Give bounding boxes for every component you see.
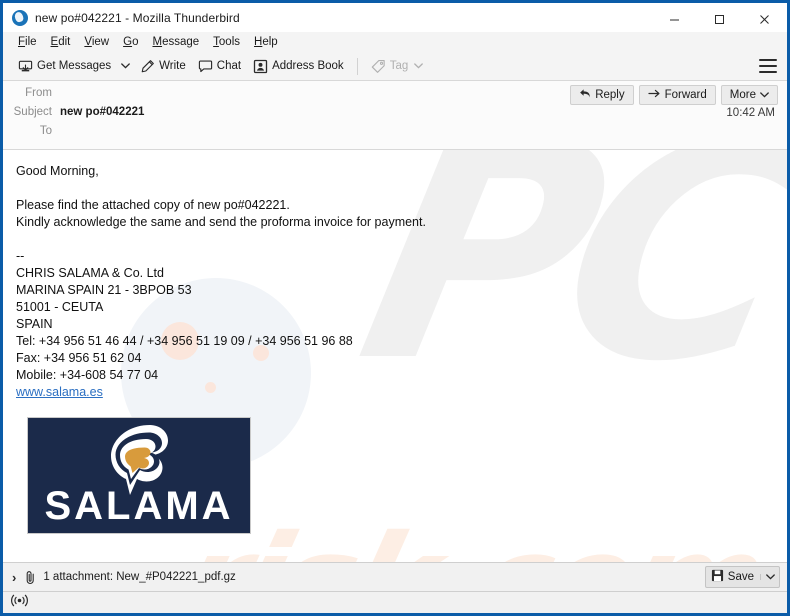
message-header: From Subject new po#042221 To Reply Forw… — [3, 81, 787, 150]
get-messages-button[interactable]: Get Messages — [12, 56, 117, 77]
body-line-2: Kindly acknowledge the same and send the… — [16, 215, 426, 229]
toolbar-separator — [356, 57, 358, 75]
write-button[interactable]: Write — [134, 56, 192, 77]
minimize-icon[interactable] — [652, 3, 697, 35]
reply-label: Reply — [595, 89, 625, 101]
broadcast-icon — [11, 594, 28, 612]
signature-line: MARINA SPAIN 21 - 3BPOB 53 — [16, 283, 192, 297]
message-actions: Reply Forward More — [570, 85, 778, 105]
website-link[interactable]: www.salama.es — [16, 385, 103, 399]
signature-line: Tel: +34 956 51 46 44 / +34 956 51 19 09… — [16, 334, 353, 348]
menu-item-message[interactable]: Message — [145, 32, 206, 52]
paperclip-icon — [24, 570, 37, 585]
tag-chevron-down-icon — [414, 63, 424, 69]
forward-arrow-icon — [648, 88, 661, 102]
chat-button[interactable]: Chat — [192, 56, 247, 77]
attachment-summary-label: 1 attachment: New_#P042221_pdf.gz — [43, 571, 236, 583]
thunderbird-icon — [12, 9, 28, 26]
subject-label: Subject — [13, 106, 52, 118]
menu-bar: File Edit View Go Message Tools Help — [3, 32, 787, 52]
to-label: To — [39, 125, 52, 137]
tag-button[interactable]: Tag — [365, 56, 430, 77]
body-greeting: Good Morning, — [16, 164, 99, 178]
message-body-pane: PC risk.com Good Morning, Please find th… — [3, 150, 787, 562]
download-mail-icon — [18, 59, 33, 74]
save-label: Save — [727, 571, 754, 583]
get-messages-dropdown[interactable] — [117, 60, 134, 72]
menu-item-view[interactable]: View — [77, 32, 116, 52]
email-body-text: Good Morning, Please find the attached c… — [3, 150, 787, 534]
save-attachment-button[interactable]: Save — [704, 566, 780, 588]
window-controls — [652, 3, 787, 35]
more-chevron-down-icon — [760, 89, 769, 101]
chat-label: Chat — [216, 60, 242, 72]
more-button[interactable]: More — [720, 85, 778, 105]
body-spacer-2 — [16, 231, 787, 248]
signature-line: 51001 - CEUTA — [16, 300, 104, 314]
body-spacer-1 — [16, 180, 787, 197]
signature-line: SPAIN — [16, 317, 53, 331]
write-label: Write — [159, 60, 186, 72]
status-bar — [3, 591, 787, 613]
reply-arrow-icon — [579, 88, 591, 102]
get-messages-label: Get Messages — [37, 60, 112, 72]
address-book-icon — [253, 59, 268, 74]
header-row-to: To — [3, 125, 787, 144]
tag-label: Tag — [389, 60, 409, 72]
menu-item-help[interactable]: Help — [247, 32, 285, 52]
close-icon[interactable] — [742, 3, 787, 35]
tag-icon — [371, 59, 386, 74]
from-label: From — [25, 87, 52, 99]
forward-label: Forward — [664, 89, 707, 101]
more-label: More — [729, 89, 756, 101]
app-menu-hamburger-icon[interactable] — [759, 59, 777, 73]
header-row-subject: Subject new po#042221 — [3, 106, 787, 125]
main-toolbar: Get Messages Write Chat Address Book Tag — [3, 52, 787, 81]
save-disk-icon — [711, 569, 724, 585]
message-timestamp: 10:42 AM — [726, 107, 775, 119]
signature-line: Mobile: +34-608 54 77 04 — [16, 368, 159, 382]
address-book-label: Address Book — [272, 60, 344, 72]
menu-item-file[interactable]: File — [11, 32, 44, 52]
forward-button[interactable]: Forward — [638, 85, 716, 105]
signature-separator: -- — [16, 249, 25, 263]
signature-line: Fax: +34 956 51 62 04 — [16, 351, 142, 365]
salama-logo-image: SALAMA — [27, 417, 251, 534]
signature-line: CHRIS SALAMA & Co. Ltd — [16, 266, 164, 280]
title-bar: new po#042221 - Mozilla Thunderbird — [3, 0, 787, 32]
chat-bubble-icon — [198, 59, 213, 74]
address-book-button[interactable]: Address Book — [247, 56, 350, 77]
thunderbird-window: new po#042221 - Mozilla Thunderbird File… — [0, 0, 790, 616]
window-title: new po#042221 - Mozilla Thunderbird — [35, 10, 240, 25]
save-chevron-down-icon[interactable] — [760, 574, 775, 580]
maximize-icon[interactable] — [697, 3, 742, 35]
menu-item-go[interactable]: Go — [116, 32, 145, 52]
menu-item-tools[interactable]: Tools — [206, 32, 247, 52]
reply-button[interactable]: Reply — [570, 85, 634, 105]
attachment-bar: › 1 attachment: New_#P042221_pdf.gz Save — [3, 562, 787, 591]
menu-item-edit[interactable]: Edit — [44, 32, 78, 52]
body-line-1: Please find the attached copy of new po#… — [16, 198, 290, 212]
salama-wordmark: SALAMA — [44, 484, 234, 528]
pencil-icon — [140, 59, 155, 74]
attachment-expand-twisty-icon[interactable]: › — [12, 571, 16, 584]
subject-value: new po#042221 — [60, 106, 145, 118]
